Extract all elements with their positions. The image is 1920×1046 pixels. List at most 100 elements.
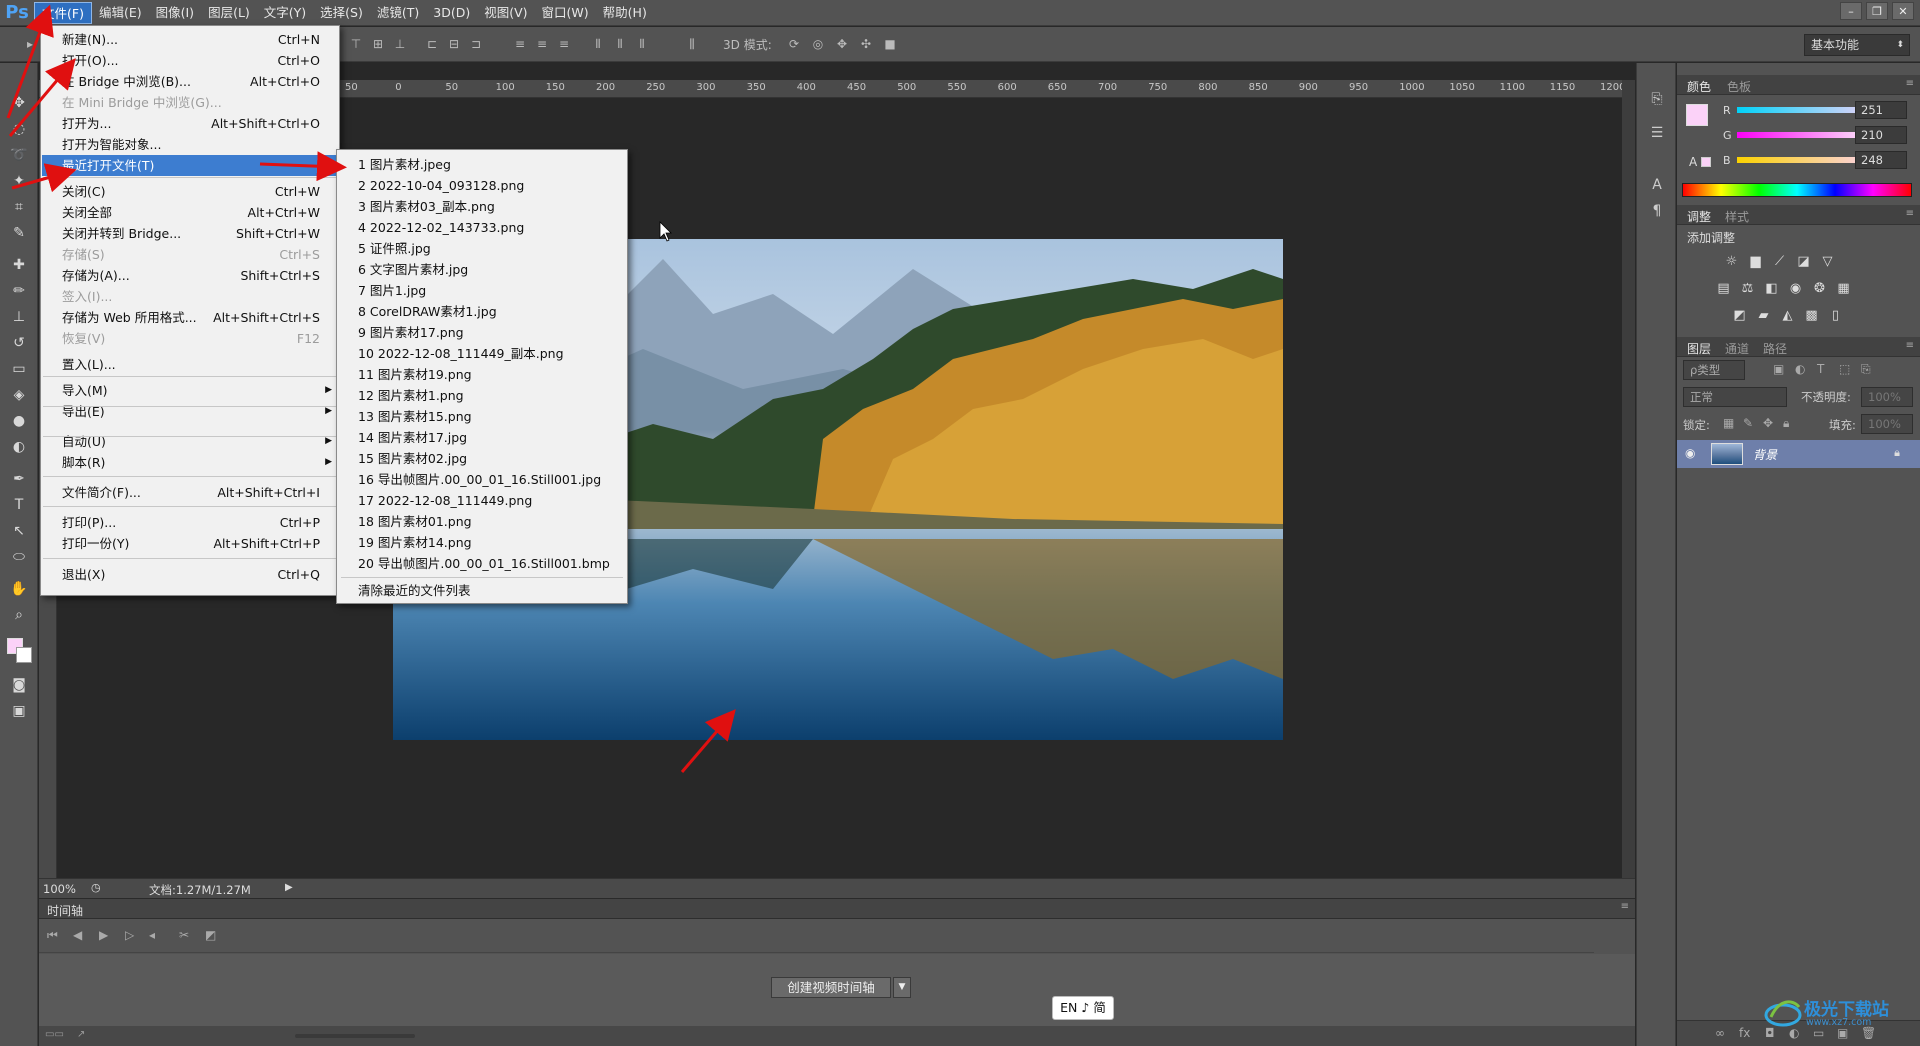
recent-file-item[interactable]: 16 导出帧图片.00_00_01_16.Still001.jpg bbox=[338, 469, 626, 490]
align-left-icon[interactable]: ⊏ bbox=[424, 36, 440, 52]
brush-tool-icon[interactable]: ✏ bbox=[9, 281, 29, 301]
tab-layers[interactable]: 图层 bbox=[1687, 340, 1711, 357]
layer-filter-select[interactable]: ρ类型 bbox=[1683, 360, 1745, 380]
move-tool-icon[interactable]: ✥ bbox=[9, 93, 29, 113]
menu-item-0[interactable]: 文件(F) bbox=[34, 1, 92, 24]
screen-mode-icon[interactable]: ▣ bbox=[9, 701, 29, 721]
align-bottom-icon[interactable]: ⊥ bbox=[392, 36, 408, 52]
panel-menu-icon[interactable]: ≡ bbox=[1906, 208, 1914, 219]
lock-position-icon[interactable]: ✥ bbox=[1763, 416, 1773, 430]
invert-icon[interactable]: ◩ bbox=[1731, 308, 1748, 323]
distribute-bottom-icon[interactable]: ≡ bbox=[556, 36, 572, 52]
align-top-icon[interactable]: ⊤ bbox=[348, 36, 364, 52]
3d-roll-icon[interactable]: ◎ bbox=[810, 36, 826, 52]
recent-file-item[interactable]: 8 CorelDRAW素材1.jpg bbox=[338, 301, 626, 322]
distribute-left-icon[interactable]: ⫴ bbox=[590, 36, 606, 52]
distribute-top-icon[interactable]: ≡ bbox=[512, 36, 528, 52]
posterize-icon[interactable]: ▰ bbox=[1755, 308, 1772, 323]
marquee-tool-icon[interactable]: ◌ bbox=[9, 119, 29, 139]
shape-tool-icon[interactable]: ⬭ bbox=[9, 547, 29, 567]
menu-item-7[interactable]: 3D(D) bbox=[426, 2, 477, 24]
recent-file-item[interactable]: 3 图片素材03_副本.png bbox=[338, 196, 626, 217]
filter-shape-icon[interactable]: ⬚ bbox=[1839, 362, 1850, 376]
recent-file-item[interactable]: 18 图片素材01.png bbox=[338, 511, 626, 532]
zoom-level[interactable]: 100% bbox=[43, 882, 76, 896]
recent-file-item[interactable]: 17 2022-12-08_111449.png bbox=[338, 490, 626, 511]
ime-indicator[interactable]: EN ♪ 简 bbox=[1052, 996, 1114, 1020]
gamut-swatch[interactable] bbox=[1701, 157, 1711, 167]
file-menu-item[interactable]: 自动(U) ▶ bbox=[42, 431, 338, 452]
align-right-icon[interactable]: ⊐ bbox=[468, 36, 484, 52]
file-menu-item[interactable]: 文件简介(F)... Alt+Shift+Ctrl+I bbox=[42, 482, 338, 503]
3d-scale-icon[interactable]: ■ bbox=[882, 36, 898, 52]
recent-file-item[interactable]: 6 文字图片素材.jpg bbox=[338, 259, 626, 280]
clone-stamp-tool-icon[interactable]: ⊥ bbox=[9, 307, 29, 327]
file-menu-item[interactable]: 关闭全部 Alt+Ctrl+W bbox=[42, 202, 338, 223]
file-menu-item[interactable]: 关闭并转到 Bridge... Shift+Ctrl+W bbox=[42, 223, 338, 244]
play-icon[interactable]: ▶ bbox=[99, 928, 108, 942]
menu-item-2[interactable]: 图像(I) bbox=[149, 2, 201, 24]
chevron-down-icon[interactable]: ▼ bbox=[893, 977, 911, 998]
file-menu-item[interactable]: 置入(L)... bbox=[42, 354, 338, 375]
type-tool-icon[interactable]: T bbox=[9, 495, 29, 515]
curves-icon[interactable]: ⟋ bbox=[1771, 254, 1788, 269]
recent-file-item[interactable]: 12 图片素材1.png bbox=[338, 385, 626, 406]
link-icon[interactable]: ∞ bbox=[1715, 1026, 1725, 1040]
file-menu-item[interactable]: 导出(E) ▶ bbox=[42, 401, 338, 422]
color-lookup-icon[interactable]: ▦ bbox=[1835, 281, 1852, 296]
file-menu-item[interactable]: 打开(O)... Ctrl+O bbox=[42, 50, 338, 71]
filter-type-icon[interactable]: T bbox=[1817, 362, 1824, 376]
file-menu-item[interactable]: 存储为 Web 所用格式... Alt+Shift+Ctrl+S bbox=[42, 307, 338, 328]
align-vcenter-icon[interactable]: ⊞ bbox=[370, 36, 386, 52]
create-video-timeline-button[interactable]: 创建视频时间轴 bbox=[771, 977, 891, 998]
recent-file-item[interactable]: 2 2022-10-04_093128.png bbox=[338, 175, 626, 196]
paragraph-panel-icon[interactable]: ¶ bbox=[1647, 201, 1667, 221]
dodge-tool-icon[interactable]: ◐ bbox=[9, 437, 29, 457]
panel-menu-icon[interactable]: ≡ bbox=[1906, 340, 1914, 351]
menu-item-6[interactable]: 滤镜(T) bbox=[370, 2, 426, 24]
recent-file-item[interactable]: 11 图片素材19.png bbox=[338, 364, 626, 385]
menu-item-10[interactable]: 帮助(H) bbox=[596, 2, 654, 24]
zoom-tool-icon[interactable]: ⌕ bbox=[9, 605, 29, 625]
zoom-info-icon[interactable]: ◷ bbox=[91, 881, 101, 894]
workspace-select[interactable]: 基本功能 ⬍ bbox=[1804, 34, 1910, 56]
lock-all-icon[interactable]: 🔒︎ bbox=[1783, 416, 1789, 431]
opacity-field[interactable]: 100% bbox=[1861, 387, 1913, 407]
fill-field[interactable]: 100% bbox=[1861, 414, 1913, 434]
split-scissors-icon[interactable]: ✂ bbox=[179, 928, 189, 942]
tab-color[interactable]: 颜色 bbox=[1687, 78, 1711, 95]
file-menu-item[interactable]: 最近打开文件(T) ▶ bbox=[42, 155, 338, 176]
file-menu-item[interactable]: 脚本(R) ▶ bbox=[42, 452, 338, 473]
eye-icon[interactable]: ◉ bbox=[1685, 446, 1695, 460]
menu-item-9[interactable]: 窗口(W) bbox=[535, 2, 596, 24]
tab-channels[interactable]: 通道 bbox=[1725, 340, 1749, 357]
tab-styles[interactable]: 样式 bbox=[1725, 208, 1749, 225]
3d-rotate-icon[interactable]: ⟳ bbox=[786, 36, 802, 52]
history-brush-tool-icon[interactable]: ↺ bbox=[9, 333, 29, 353]
3d-pan-icon[interactable]: ✥ bbox=[834, 36, 850, 52]
channel-mixer-icon[interactable]: ❂ bbox=[1811, 281, 1828, 296]
panel-menu-icon[interactable]: ≡ bbox=[1621, 901, 1629, 912]
recent-file-item[interactable]: 7 图片1.jpg bbox=[338, 280, 626, 301]
magic-wand-tool-icon[interactable]: ✦ bbox=[9, 171, 29, 191]
color-foreground-swatch[interactable] bbox=[1686, 104, 1708, 126]
transition-icon[interactable]: ◩ bbox=[205, 928, 216, 942]
recent-file-item[interactable]: 4 2022-12-02_143733.png bbox=[338, 217, 626, 238]
threshold-icon[interactable]: ◭ bbox=[1779, 308, 1796, 323]
recent-file-item[interactable]: 1 图片素材.jpeg bbox=[338, 154, 626, 175]
blur-tool-icon[interactable]: ● bbox=[9, 411, 29, 431]
recent-file-item[interactable]: 14 图片素材17.jpg bbox=[338, 427, 626, 448]
b-value-field[interactable]: 248 bbox=[1855, 151, 1907, 169]
eyedropper-tool-icon[interactable]: ✎ bbox=[9, 223, 29, 243]
hand-tool-icon[interactable]: ✋ bbox=[9, 579, 29, 599]
file-menu-item[interactable]: 打印(P)... Ctrl+P bbox=[42, 512, 338, 533]
hue-saturation-icon[interactable]: ▤ bbox=[1715, 281, 1732, 296]
timeline-title[interactable]: 时间轴 bbox=[47, 902, 83, 919]
quick-mask-icon[interactable]: ◙ bbox=[9, 675, 29, 695]
previous-frame-icon[interactable]: ◀︎ bbox=[73, 928, 82, 942]
brightness-icon[interactable]: ☼ bbox=[1723, 254, 1740, 269]
filter-smart-icon[interactable]: ⎘ bbox=[1861, 362, 1871, 377]
file-menu-item[interactable]: 新建(N)... Ctrl+N bbox=[42, 29, 338, 50]
properties-panel-icon[interactable]: ☰ bbox=[1647, 123, 1667, 143]
filter-pixel-icon[interactable]: ▣ bbox=[1773, 362, 1784, 376]
